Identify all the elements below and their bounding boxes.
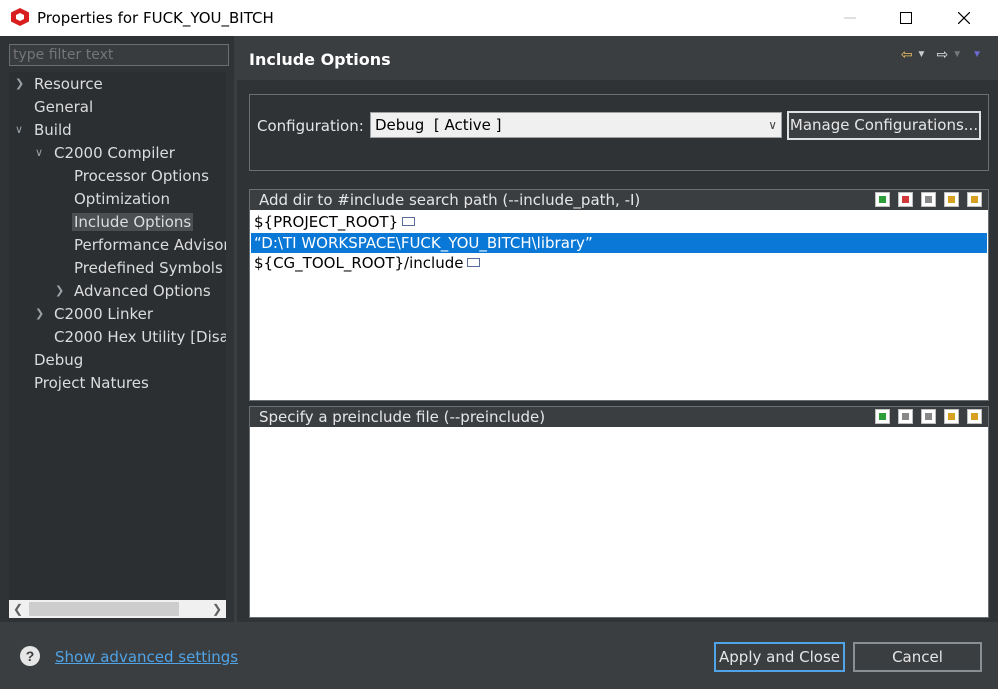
tree-item-performance-advisor[interactable]: Performance Advisor xyxy=(55,234,226,256)
chevron-down-icon: ∨ xyxy=(768,118,777,132)
include-path-row[interactable]: “D:\TI WORKSPACE\FUCK_YOU_BITCH\library” xyxy=(251,233,987,253)
preinclude-header: Specify a preinclude file (--preinclude) xyxy=(250,407,988,427)
tree-item-advanced-options[interactable]: ❯ Advanced Options xyxy=(55,280,211,302)
configuration-select[interactable]: Debug [ Active ] ∨ xyxy=(370,112,782,138)
delete-icon[interactable] xyxy=(898,409,913,424)
chevron-down-icon[interactable]: ∨ xyxy=(15,119,27,141)
include-path-text: ${CG_TOOL_ROOT}/include xyxy=(254,254,464,272)
configuration-value: Debug [ Active ] xyxy=(375,116,502,134)
preinclude-toolbar xyxy=(875,409,982,424)
configuration-group: Configuration: Debug [ Active ] ∨ Manage… xyxy=(249,94,989,171)
minimize-button[interactable] xyxy=(822,0,878,36)
left-panel: ❯ Resource General ∨ Build ∨ C2000 Compi… xyxy=(0,36,234,622)
cancel-button[interactable]: Cancel xyxy=(853,642,982,672)
move-up-icon[interactable] xyxy=(944,409,959,424)
property-tree: ❯ Resource General ∨ Build ∨ C2000 Compi… xyxy=(9,72,226,616)
properties-dialog: Properties for FUCK_YOU_BITCH ❯ Resource… xyxy=(0,0,998,689)
configuration-label: Configuration: xyxy=(257,117,364,135)
tree-item-optimization[interactable]: Optimization xyxy=(55,188,170,210)
scrollbar-thumb[interactable] xyxy=(29,602,179,616)
chevron-right-icon[interactable]: ❯ xyxy=(15,73,27,95)
right-panel: Include Options ⇦ ▼ ⇨ ▼ ▼ Configuration:… xyxy=(237,36,998,622)
edit-icon[interactable] xyxy=(921,192,936,207)
more-icon xyxy=(467,258,481,267)
close-button[interactable] xyxy=(936,0,992,36)
apply-and-close-button[interactable]: Apply and Close xyxy=(714,642,845,672)
tree-item-label: Project Natures xyxy=(34,374,149,392)
move-up-icon[interactable] xyxy=(944,192,959,207)
tree-item-label: C2000 Compiler xyxy=(54,144,175,162)
window-title: Properties for FUCK_YOU_BITCH xyxy=(37,9,274,27)
preinclude-panel: Specify a preinclude file (--preinclude) xyxy=(249,406,989,618)
tree-item-label: Predefined Symbols xyxy=(74,259,223,277)
tree-item-label: Build xyxy=(34,121,72,139)
add-icon[interactable] xyxy=(875,192,890,207)
include-path-toolbar xyxy=(875,192,982,207)
scroll-right-icon[interactable]: ❯ xyxy=(208,600,226,618)
delete-icon[interactable] xyxy=(898,192,913,207)
nav-icons: ⇦ ▼ ⇨ ▼ ▼ xyxy=(901,46,988,63)
tree-item-label: Performance Advisor xyxy=(74,236,226,254)
tree-item-c2000-hex-utility[interactable]: C2000 Hex Utility [Disabled] xyxy=(35,326,226,348)
app-cube-icon xyxy=(11,8,29,26)
show-advanced-settings-link[interactable]: Show advanced settings xyxy=(55,648,238,666)
add-icon[interactable] xyxy=(875,409,890,424)
preinclude-title: Specify a preinclude file (--preinclude) xyxy=(259,408,546,426)
help-icon[interactable]: ? xyxy=(20,646,40,666)
scroll-left-icon[interactable]: ❮ xyxy=(9,600,27,618)
tree-item-label: General xyxy=(34,98,94,116)
filter-box xyxy=(9,44,229,66)
tree-item-label: Optimization xyxy=(74,190,170,208)
back-dropdown-icon[interactable]: ▼ xyxy=(917,49,927,60)
tree-item-project-natures[interactable]: Project Natures xyxy=(15,372,149,394)
maximize-button[interactable] xyxy=(878,0,934,36)
tree-item-c2000-linker[interactable]: ❯ C2000 Linker xyxy=(35,303,153,325)
chevron-right-icon[interactable]: ❯ xyxy=(35,303,47,325)
include-path-panel: Add dir to #include search path (--inclu… xyxy=(249,189,989,401)
back-arrow-icon[interactable]: ⇦ xyxy=(901,46,913,63)
move-down-icon[interactable] xyxy=(967,409,982,424)
forward-arrow-icon[interactable]: ⇨ xyxy=(936,46,948,63)
tree-item-label: Resource xyxy=(34,75,103,93)
close-icon xyxy=(958,12,970,24)
filter-input[interactable] xyxy=(10,45,228,65)
tree-item-include-options[interactable]: Include Options xyxy=(55,211,194,233)
forward-dropdown-icon[interactable]: ▼ xyxy=(952,49,962,60)
tree-item-processor-options[interactable]: Processor Options xyxy=(55,165,209,187)
manage-configurations-button[interactable]: Manage Configurations... xyxy=(787,111,981,140)
include-path-row[interactable]: ${CG_TOOL_ROOT}/include xyxy=(251,253,987,273)
maximize-icon xyxy=(900,12,912,24)
tree-item-label: Include Options xyxy=(72,213,194,231)
tree-item-label: Processor Options xyxy=(74,167,209,185)
include-path-title: Add dir to #include search path (--inclu… xyxy=(259,191,641,209)
move-down-icon[interactable] xyxy=(967,192,982,207)
page-title: Include Options xyxy=(249,50,391,69)
minimize-icon xyxy=(844,17,856,19)
include-path-text: “D:\TI WORKSPACE\FUCK_YOU_BITCH\library” xyxy=(254,234,593,252)
include-path-text: ${PROJECT_ROOT} xyxy=(254,213,399,231)
tree-item-label: Advanced Options xyxy=(74,282,211,300)
tree-item-predefined-symbols[interactable]: Predefined Symbols xyxy=(55,257,223,279)
tree-item-general[interactable]: General xyxy=(15,96,93,118)
tree-item-debug[interactable]: Debug xyxy=(15,349,83,371)
chevron-down-icon[interactable]: ∨ xyxy=(35,142,47,164)
view-menu-icon[interactable]: ▼ xyxy=(972,49,982,60)
tree-item-label: Debug xyxy=(34,351,84,369)
title-bar: Properties for FUCK_YOU_BITCH xyxy=(0,0,998,36)
edit-icon[interactable] xyxy=(921,409,936,424)
tree-item-c2000-compiler[interactable]: ∨ C2000 Compiler xyxy=(35,142,175,164)
tree-item-label: C2000 Linker xyxy=(54,305,153,323)
tree-item-label: C2000 Hex Utility [Disabled] xyxy=(54,328,226,346)
tree-horizontal-scrollbar[interactable]: ❮ ❯ xyxy=(9,600,226,618)
more-icon xyxy=(402,217,416,226)
include-path-row[interactable]: ${PROJECT_ROOT} xyxy=(251,212,987,232)
chevron-right-icon[interactable]: ❯ xyxy=(55,280,67,302)
bottom-bar: ? Show advanced settings Apply and Close… xyxy=(0,622,998,689)
tree-item-build[interactable]: ∨ Build xyxy=(15,119,72,141)
include-path-header: Add dir to #include search path (--inclu… xyxy=(250,190,988,210)
page-header: Include Options ⇦ ▼ ⇨ ▼ ▼ xyxy=(237,36,998,80)
tree-item-resource[interactable]: ❯ Resource xyxy=(15,73,103,95)
